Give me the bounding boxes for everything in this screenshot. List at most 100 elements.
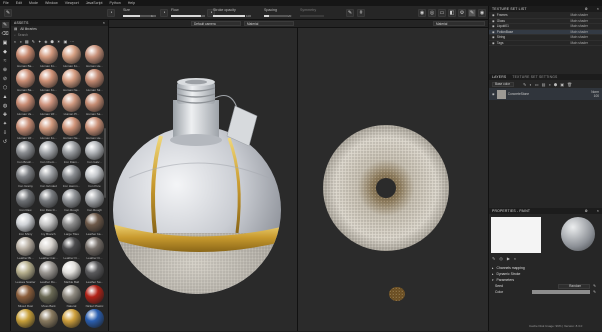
viewport-3d[interactable] xyxy=(109,28,297,331)
brush-icon[interactable]: ✎ xyxy=(468,9,476,17)
filter-more-icon[interactable]: ⋯ xyxy=(70,39,74,44)
visibility-icon[interactable]: ◉ xyxy=(492,41,495,45)
asset-item[interactable]: Moss Bark xyxy=(38,285,59,308)
channel-dropdown-right[interactable]: Material xyxy=(433,21,485,26)
add-fill-icon[interactable]: ◐ xyxy=(529,82,531,87)
projection-icon[interactable]: ▣ xyxy=(2,40,9,46)
layout-icon[interactable]: ▭ xyxy=(438,9,446,17)
spacing-value[interactable]: 20 xyxy=(288,14,291,18)
asset-item[interactable]: Iron Pure xyxy=(84,165,105,188)
filter-brushes-icon[interactable]: ✎ xyxy=(32,39,35,44)
alpha-tab-icon[interactable]: ◎ xyxy=(499,256,503,261)
split-icon[interactable]: ◧ xyxy=(448,9,456,17)
size-value[interactable]: 100 xyxy=(151,14,156,18)
folder-icon[interactable]: ▤ xyxy=(14,27,17,31)
export-icon[interactable]: ⇩ xyxy=(2,130,9,136)
shader-select[interactable]: Main shader xyxy=(570,19,588,23)
menu-javascript[interactable]: JavaScript xyxy=(86,1,103,5)
polyfill-icon[interactable]: ⬡ xyxy=(2,85,9,91)
stroke-opacity-slider[interactable] xyxy=(213,15,245,17)
filter-textures-icon[interactable]: ▦ xyxy=(25,39,29,44)
add-effect-icon[interactable]: ✎ xyxy=(523,82,526,87)
shader-select[interactable]: Main shader xyxy=(570,35,588,39)
asset-item[interactable]: Iron Raw xyxy=(15,189,36,212)
asset-item[interactable]: Human Sk... xyxy=(84,69,105,92)
asset-item[interactable]: Human Fo... xyxy=(38,117,59,140)
size-slider[interactable] xyxy=(123,15,153,17)
asset-item[interactable]: Human Va... xyxy=(15,93,36,116)
asset-item[interactable]: Leather ba... xyxy=(84,213,105,236)
asset-item[interactable]: Leather Car... xyxy=(38,237,59,260)
search-input[interactable]: Search xyxy=(18,33,28,37)
assets-scrollbar[interactable] xyxy=(104,128,106,198)
camera-dropdown[interactable]: Default camera xyxy=(191,21,241,26)
asset-item[interactable]: Human Fo... xyxy=(61,45,82,68)
shader-select[interactable]: Main shader xyxy=(570,41,588,45)
menu-mode[interactable]: Mode xyxy=(29,1,38,5)
brush-preset-icon[interactable]: ✎ xyxy=(4,9,12,17)
filter-smart-icon[interactable]: ◑ xyxy=(19,39,21,44)
settings-icon[interactable]: ⚙ xyxy=(585,209,588,213)
shader-select[interactable]: Main shader xyxy=(570,13,588,17)
smudge-icon[interactable]: ≈ xyxy=(2,58,9,64)
layer-opacity[interactable]: 100 xyxy=(594,94,599,98)
settings-icon[interactable]: ⚙ xyxy=(585,7,588,11)
clone-icon[interactable]: ⊕ xyxy=(2,67,9,73)
visibility-icon[interactable]: ◉ xyxy=(492,13,495,17)
asset-item[interactable] xyxy=(15,309,36,332)
close-icon[interactable]: × xyxy=(597,209,599,213)
close-icon[interactable]: × xyxy=(103,21,105,25)
channel-select[interactable]: Base color xyxy=(492,81,514,87)
asset-item[interactable] xyxy=(61,309,82,332)
filter-filters-icon[interactable]: ⬢ xyxy=(50,39,54,44)
asset-item[interactable]: Human Wr... xyxy=(15,117,36,140)
bake-icon[interactable]: ◍ xyxy=(2,103,9,109)
grid-icon[interactable]: # xyxy=(357,9,365,17)
asset-item[interactable]: Leather Sa... xyxy=(84,261,105,284)
asset-item[interactable]: Leather Fi... xyxy=(84,237,105,260)
asset-item[interactable]: Iron Shiny xyxy=(15,213,36,236)
asset-item[interactable]: Human Fo... xyxy=(38,69,59,92)
asset-item[interactable]: Natural xyxy=(61,285,82,308)
filter-alphas-icon[interactable]: ◈ xyxy=(44,39,47,44)
asset-item[interactable]: Human Ne... xyxy=(61,117,82,140)
menu-edit[interactable]: Edit xyxy=(16,1,22,5)
asset-item[interactable]: Human Fo... xyxy=(38,45,59,68)
settings-icon[interactable]: ⚙ xyxy=(458,9,466,17)
asset-item[interactable]: Human Ba... xyxy=(15,45,36,68)
filter-particles-icon[interactable]: ✦ xyxy=(38,39,41,44)
asset-item[interactable]: Leaves Scatter xyxy=(15,261,36,284)
geometry-fill-icon[interactable]: ◆ xyxy=(2,49,9,55)
asset-item[interactable]: Human He... xyxy=(84,117,105,140)
visibility-icon[interactable]: ◉ xyxy=(492,35,495,39)
asset-item[interactable]: Iron Raw D... xyxy=(38,189,59,212)
asset-item[interactable]: Human Sa... xyxy=(84,93,105,116)
seed-field[interactable]: Random xyxy=(558,283,591,289)
asset-item[interactable]: Large Tiles xyxy=(61,213,82,236)
visibility-icon[interactable]: ◉ xyxy=(492,19,495,23)
asset-item[interactable]: Human He... xyxy=(84,45,105,68)
filter-presets-icon[interactable]: ▣ xyxy=(64,39,68,44)
visibility-icon[interactable]: ◉ xyxy=(492,92,495,96)
asset-item[interactable]: Iron Rough xyxy=(61,189,82,212)
color-picker-icon[interactable]: ✎ xyxy=(593,290,596,294)
visibility-icon[interactable]: ◉ xyxy=(492,30,495,34)
channel-dropdown-left[interactable]: Material xyxy=(244,21,294,26)
filter-environment-icon[interactable]: ☀ xyxy=(57,39,61,44)
asset-item[interactable]: Iron Grinded xyxy=(38,165,59,188)
spacing-slider[interactable] xyxy=(264,15,288,17)
menu-help[interactable]: Help xyxy=(128,1,135,5)
asset-item[interactable]: Nickel Plastic xyxy=(84,285,105,308)
asset-item[interactable]: Leather Bi... xyxy=(15,237,36,260)
stroke-opacity-value[interactable]: 100 xyxy=(246,14,251,18)
asset-item[interactable]: Iron Hamm... xyxy=(61,165,82,188)
asset-item[interactable]: Marble Ball xyxy=(61,261,82,284)
size-mode-icon[interactable]: ◔ xyxy=(107,9,115,17)
add-folder-icon[interactable]: ▤ xyxy=(542,82,546,87)
add-mask-icon[interactable]: ◑ xyxy=(548,82,550,87)
render-icon[interactable]: ◎ xyxy=(428,9,436,17)
asset-item[interactable]: Leather Ro... xyxy=(38,261,59,284)
menu-viewport[interactable]: Viewport xyxy=(65,1,79,5)
camera-icon[interactable]: ◉ xyxy=(418,9,426,17)
menu-file[interactable]: File xyxy=(3,1,9,5)
